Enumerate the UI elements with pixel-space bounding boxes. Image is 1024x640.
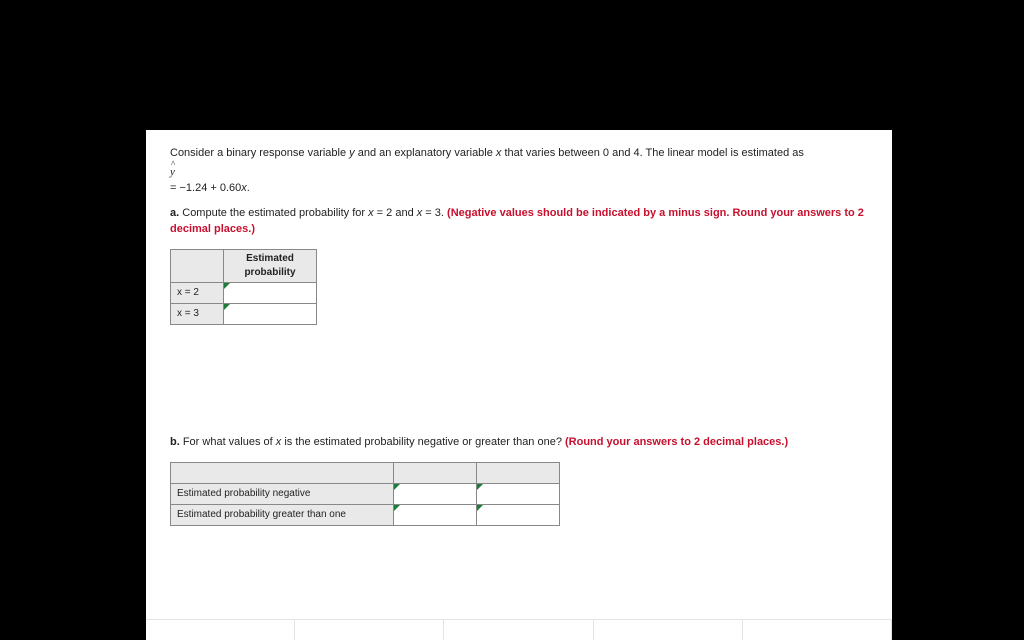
spacer xyxy=(170,325,868,435)
bottom-tab[interactable] xyxy=(295,620,444,640)
question-a: a. Compute the estimated probability for… xyxy=(170,206,868,237)
formula-body: = −1.24 + 0.60 xyxy=(170,182,241,194)
input-corner-icon xyxy=(477,484,483,490)
question-sheet: Consider a binary response variable y an… xyxy=(146,130,892,640)
table-row: x = 3 xyxy=(171,303,317,324)
formula-end: . xyxy=(247,182,250,194)
table-row: Estimated probability negative xyxy=(171,484,560,505)
b-red-note: (Round your answers to 2 decimal places.… xyxy=(565,436,788,448)
row-gt1-label: Estimated probability greater than one xyxy=(171,505,394,526)
b-text-2: is the estimated probability negative or… xyxy=(281,436,565,448)
a-text-1: Compute the estimated probability for xyxy=(179,207,368,219)
label-b: b. xyxy=(170,436,180,448)
table-row: Estimated probability greater than one xyxy=(171,505,560,526)
input-gt1-1[interactable] xyxy=(394,505,477,526)
intro-frag-1: Consider a binary response variable xyxy=(170,147,349,159)
model-formula: = −1.24 + 0.60x. xyxy=(170,181,868,196)
input-corner-icon xyxy=(224,283,230,289)
intro-text: Consider a binary response variable y an… xyxy=(170,146,868,161)
bottom-tab-strip xyxy=(146,619,892,640)
bottom-tab[interactable] xyxy=(146,620,295,640)
question-b: b. For what values of x is the estimated… xyxy=(170,435,868,450)
label-a: a. xyxy=(170,207,179,219)
input-neg-2[interactable] xyxy=(477,484,560,505)
input-x2[interactable] xyxy=(224,282,317,303)
a-eq-2: = 3. xyxy=(422,207,447,219)
table-b-blank-header xyxy=(171,463,394,484)
intro-frag-2: and an explanatory variable xyxy=(355,147,496,159)
row-x2-label: x = 2 xyxy=(171,282,224,303)
table-a-blank-header xyxy=(171,249,224,282)
table-b-blank-col1 xyxy=(394,463,477,484)
table-b-header-row xyxy=(171,463,560,484)
bottom-tab[interactable] xyxy=(444,620,593,640)
input-gt1-2[interactable] xyxy=(477,505,560,526)
input-neg-1[interactable] xyxy=(394,484,477,505)
intro-frag-3: that varies between 0 and 4. The linear … xyxy=(501,147,803,159)
bottom-tab[interactable] xyxy=(743,620,892,640)
input-corner-icon xyxy=(477,505,483,511)
table-b-blank-col2 xyxy=(477,463,560,484)
a-eq-1: = 2 and xyxy=(374,207,417,219)
table-a-header: Estimated probability xyxy=(224,249,317,282)
input-corner-icon xyxy=(394,505,400,511)
row-x3-label: x = 3 xyxy=(171,303,224,324)
y-hat-symbol: y xyxy=(170,165,175,180)
table-a-header-row: Estimated probability xyxy=(171,249,317,282)
table-b: Estimated probability negative Estimated… xyxy=(170,462,560,526)
bottom-tab[interactable] xyxy=(594,620,743,640)
table-row: x = 2 xyxy=(171,282,317,303)
y-hat-line: y xyxy=(170,165,868,180)
input-corner-icon xyxy=(394,484,400,490)
row-neg-label: Estimated probability negative xyxy=(171,484,394,505)
input-corner-icon xyxy=(224,304,230,310)
input-x3[interactable] xyxy=(224,303,317,324)
table-a: Estimated probability x = 2 x = 3 xyxy=(170,249,317,325)
b-text-1: For what values of xyxy=(180,436,276,448)
